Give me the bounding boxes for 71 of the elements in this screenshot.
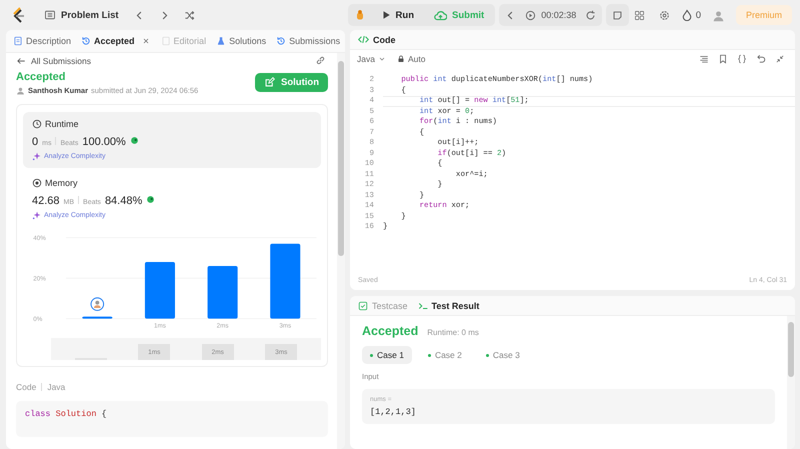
history-icon (81, 36, 92, 46)
terminal-icon (418, 300, 428, 310)
scrollbar[interactable] (787, 316, 795, 449)
problem-list-button[interactable]: Problem List (44, 9, 119, 21)
close-tab-icon (142, 36, 150, 44)
streak-button[interactable]: 0 (680, 9, 701, 21)
all-submissions-link[interactable]: All Submissions (16, 56, 91, 66)
avatar-icon (16, 86, 25, 95)
submission-status: Accepted (16, 71, 67, 83)
badge-icon (146, 195, 156, 204)
case-tab[interactable]: Case 2 (420, 346, 470, 364)
badge-icon (130, 136, 139, 145)
caret-icon (378, 55, 386, 63)
chart-bar (144, 262, 175, 319)
collapse-editor-icon (775, 54, 785, 64)
flask-icon (216, 36, 226, 46)
reset-icon (585, 10, 596, 20)
edit-icon (264, 77, 275, 88)
metric-title: Memory (45, 178, 78, 188)
beats-percent: 100.00% (82, 136, 126, 148)
bookmark-icon (718, 54, 728, 64)
book-icon (160, 36, 171, 46)
copy-link-icon (315, 55, 326, 66)
metric-value: 42.68 (32, 195, 60, 207)
code-line: class Solution { (25, 409, 108, 419)
result-tab[interactable]: Test Result (418, 300, 480, 310)
panel-tab[interactable]: Description (12, 34, 72, 48)
avatar-icon (712, 8, 725, 22)
lock-icon (396, 55, 405, 63)
settings-icon (658, 10, 670, 20)
metric-value: 0 (32, 136, 38, 148)
timer-icon (525, 10, 536, 20)
flame-icon (680, 9, 693, 21)
parameter-value: [1,2,1,3] (370, 407, 417, 417)
scrollbar[interactable] (337, 53, 345, 449)
chip-icon (32, 178, 42, 188)
format-icon (699, 54, 709, 64)
panel-tab[interactable]: Solutions (215, 34, 268, 48)
undo-icon (756, 54, 766, 64)
sparkle-icon (32, 211, 41, 220)
panel-tab[interactable]: Submissions (275, 34, 342, 48)
result-status: Accepted (362, 324, 418, 338)
case-tab[interactable]: Case 3 (478, 346, 528, 364)
document-icon (13, 36, 23, 46)
notes-icon (612, 10, 624, 20)
list-icon (44, 9, 56, 21)
chart-bar (208, 266, 238, 319)
code-tab[interactable]: Code (358, 34, 396, 45)
runtime-text: Runtime: 0 ms (427, 328, 479, 337)
play-icon (380, 10, 391, 20)
user-position-marker (90, 297, 104, 311)
case-tab[interactable]: Case 1 (362, 346, 412, 364)
code-label: Code (16, 382, 36, 392)
panel-tab[interactable]: Accepted (80, 34, 136, 48)
layout-icon (634, 10, 645, 20)
metric-title: Runtime (45, 119, 79, 129)
language-label: Java (47, 382, 66, 392)
chart-bar (82, 316, 112, 319)
run-button[interactable]: Run (370, 4, 424, 26)
history-icon (276, 36, 286, 46)
code-icon (358, 34, 369, 45)
beats-percent: 84.48% (104, 195, 142, 207)
clock-icon (32, 119, 42, 129)
shuffle-icon (184, 10, 195, 20)
upload-icon (434, 8, 448, 22)
mode-button[interactable]: Auto (396, 54, 426, 64)
language-dropdown[interactable]: Java (357, 54, 386, 64)
sparkle-icon (32, 152, 41, 161)
checkbox-icon (358, 300, 368, 310)
back-arrow-icon (16, 56, 26, 66)
braces-icon (737, 54, 747, 64)
